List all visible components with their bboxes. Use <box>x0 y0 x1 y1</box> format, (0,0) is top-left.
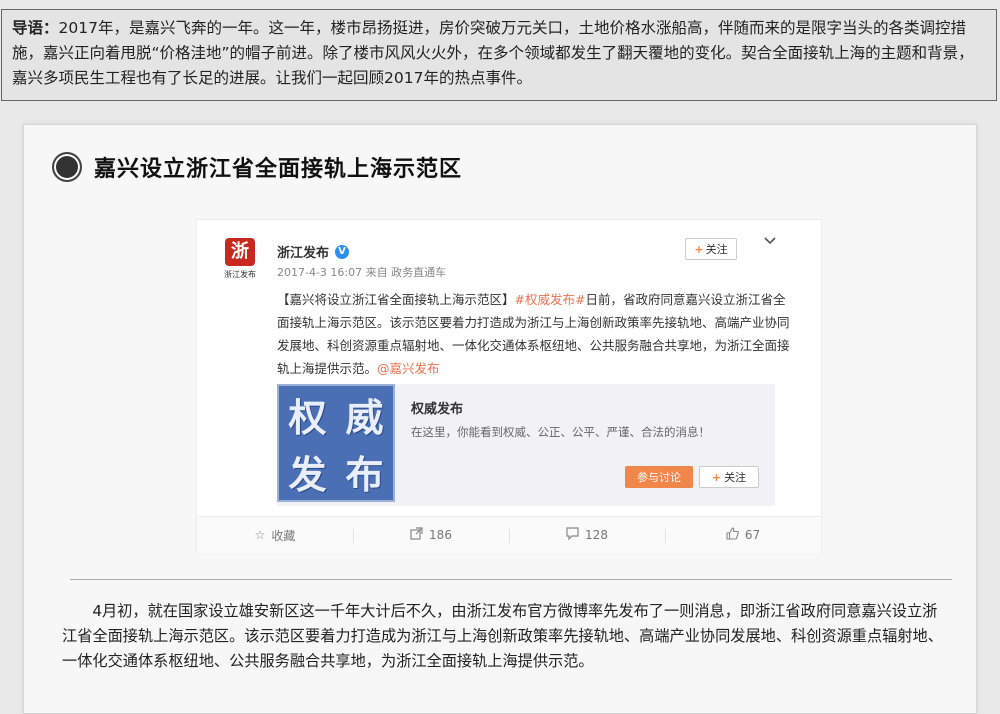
account-name[interactable]: 浙江发布 <box>277 242 329 261</box>
intro-text: 2017年，是嘉兴飞奔的一年。这一年，楼市昂扬挺进，房价突破万元关口，土地价格水… <box>12 19 974 87</box>
section-heading: 嘉兴设立浙江省全面接轨上海示范区 <box>52 147 462 187</box>
repost-button[interactable]: 186 <box>353 527 509 543</box>
star-icon: ☆ <box>254 528 266 542</box>
avatar[interactable]: 浙 浙江发布 <box>221 238 259 288</box>
article-card: 嘉兴设立浙江省全面接轨上海示范区 浙 浙江发布 浙江发布 V 2017-4-3 … <box>23 124 977 714</box>
avatar-caption: 浙江发布 <box>224 270 256 279</box>
collect-button[interactable]: ☆ 收藏 <box>197 527 353 544</box>
plus-icon: + <box>711 470 722 484</box>
collect-label: 收藏 <box>271 528 296 543</box>
chevron-down-icon[interactable] <box>763 234 777 250</box>
post-headline: 【嘉兴将设立浙江省全面接轨上海示范区】 <box>277 292 515 307</box>
topic-card[interactable]: 权 威 发 布 权威发布 在这里，你能看到权威、公正、公平、严谨、合法的消息！ … <box>277 384 775 506</box>
post-meta: 2017-4-3 16:07 来自 政务直通车 <box>277 266 447 279</box>
topic-thumbnail: 权 威 发 布 <box>277 384 395 502</box>
intro-box: 导语：2017年，是嘉兴飞奔的一年。这一年，楼市昂扬挺进，房价突破万元关口，土地… <box>1 9 997 101</box>
follow-button[interactable]: + 关注 <box>685 238 737 260</box>
account-name-row: 浙江发布 V <box>277 242 350 261</box>
thumb-char: 发 <box>288 453 327 497</box>
weibo-post-screenshot: 浙 浙江发布 浙江发布 V 2017-4-3 16:07 来自 政务直通车 + … <box>196 219 822 553</box>
like-button[interactable]: 67 <box>665 527 821 543</box>
topic-description: 在这里，你能看到权威、公正、公平、严谨、合法的消息！ <box>411 425 710 439</box>
post-action-bar: ☆ 收藏 186 128 67 <box>197 516 821 553</box>
thumbs-up-icon <box>726 527 739 543</box>
intro-label: 导语： <box>12 19 59 37</box>
verified-icon: V <box>335 244 350 259</box>
article-paragraph: 4月初，就在国家设立雄安新区这一千年大计后不久，由浙江发布官方微博率先发布了一则… <box>62 602 943 670</box>
post-text: 【嘉兴将设立浙江省全面接轨上海示范区】#权威发布#日前，省政府同意嘉兴设立浙江省… <box>277 288 797 380</box>
follow-label: 关注 <box>705 243 728 256</box>
thumb-char: 权 <box>288 396 327 440</box>
thumb-char: 威 <box>345 396 384 440</box>
join-discussion-button[interactable]: 参与讨论 <box>625 466 693 488</box>
avatar-logo: 浙 <box>225 238 255 266</box>
section-title: 嘉兴设立浙江省全面接轨上海示范区 <box>94 156 463 182</box>
comment-button[interactable]: 128 <box>509 527 665 543</box>
repost-icon <box>410 527 423 543</box>
divider <box>70 579 952 580</box>
like-count: 67 <box>744 528 761 542</box>
topic-title[interactable]: 权威发布 <box>411 398 463 417</box>
thumb-char: 布 <box>345 453 384 497</box>
hashtag-link[interactable]: #权威发布# <box>515 292 586 307</box>
comment-icon <box>566 527 579 543</box>
plus-icon: + <box>694 242 704 256</box>
topic-follow-label: 关注 <box>724 471 747 484</box>
repost-count: 186 <box>429 528 452 542</box>
topic-follow-button[interactable]: + 关注 <box>699 466 759 488</box>
comment-count: 128 <box>585 528 608 542</box>
bullet-icon <box>52 152 82 182</box>
mention-link[interactable]: @嘉兴发布 <box>377 361 440 376</box>
